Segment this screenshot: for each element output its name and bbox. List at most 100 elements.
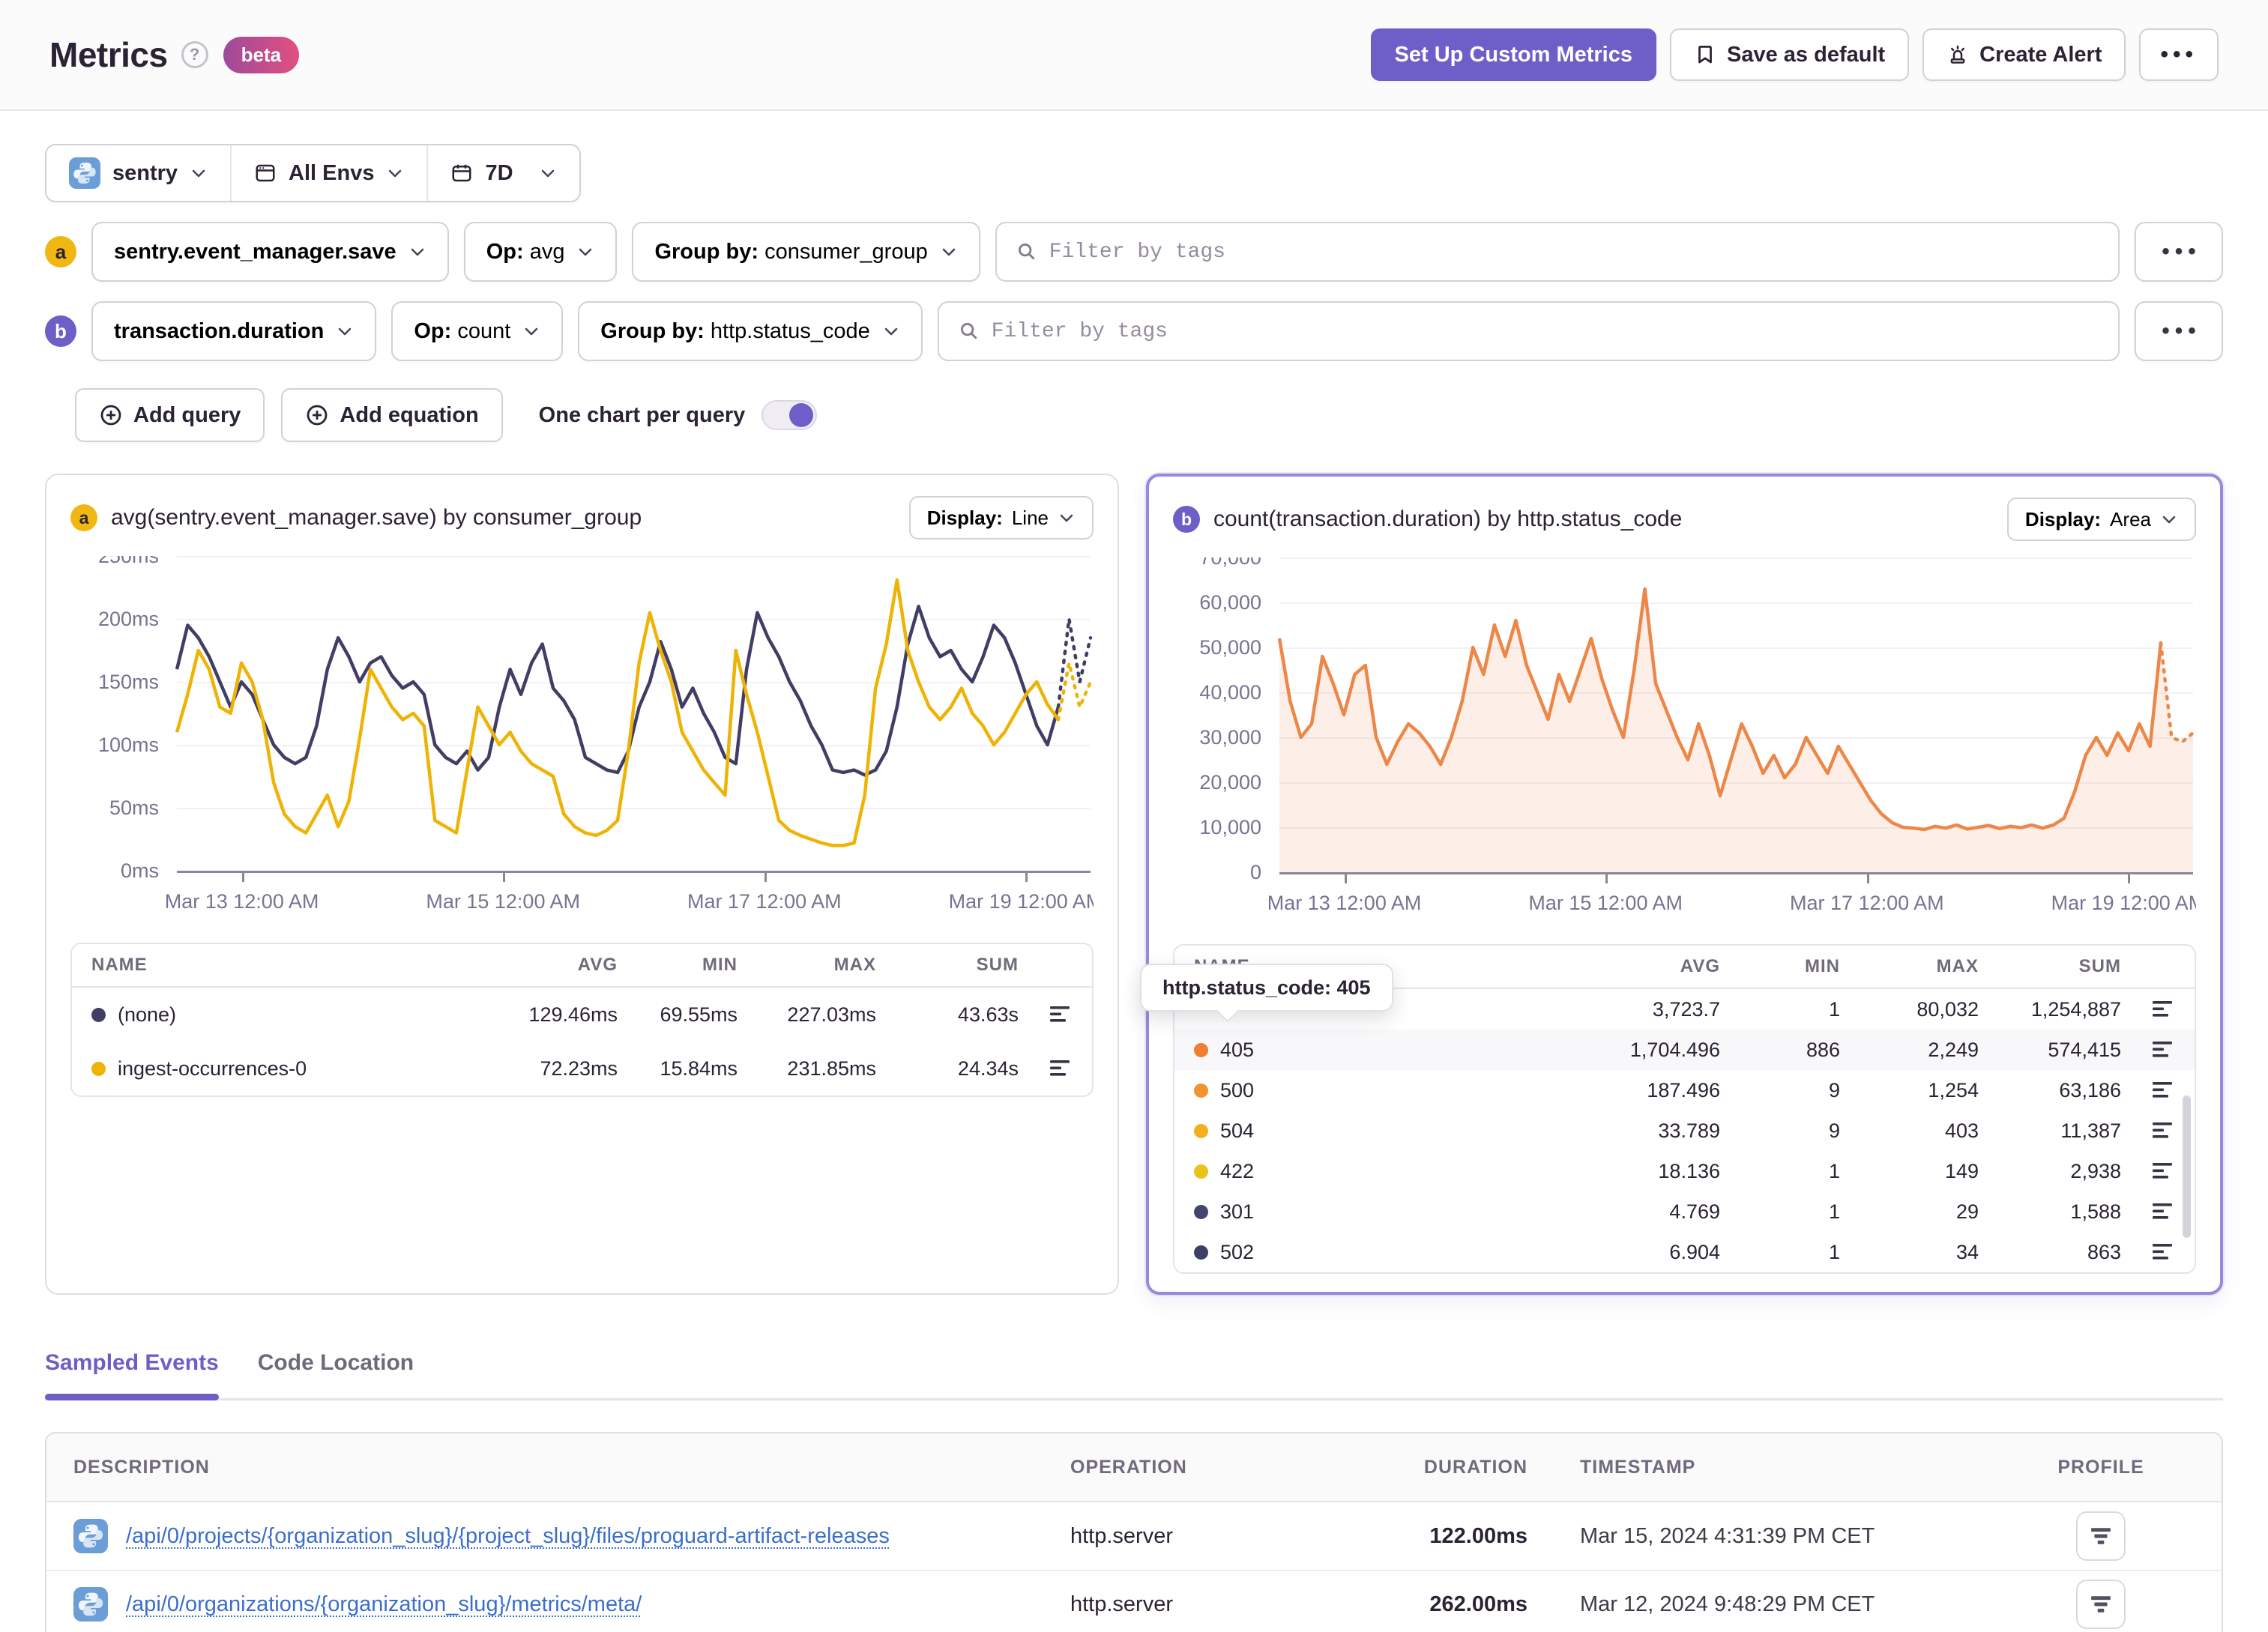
summary-row[interactable]: 422 18.136 1 149 2,938 bbox=[1174, 1151, 2195, 1191]
focus-series-icon[interactable] bbox=[2153, 1000, 2175, 1019]
query-more-button[interactable]: ••• bbox=[2135, 222, 2223, 282]
chevron-down-icon bbox=[389, 169, 402, 178]
event-description-link[interactable]: /api/0/projects/{organization_slug}/{pro… bbox=[126, 1524, 890, 1549]
tag-filter-field[interactable] bbox=[991, 319, 2099, 343]
x-axis: Mar 13 12:00 AM Mar 15 12:00 AM Mar 17 12:… bbox=[1267, 892, 2196, 922]
summary-row[interactable]: 502 6.904 1 34 863 bbox=[1174, 1232, 2195, 1272]
tag-filter-input[interactable] bbox=[937, 301, 2120, 361]
tab-sampled-events[interactable]: Sampled Events bbox=[45, 1350, 219, 1400]
chevron-down-icon bbox=[525, 327, 538, 336]
summary-row[interactable]: 504 33.789 9 403 11,387 bbox=[1174, 1110, 2195, 1151]
series-sum: 63,186 bbox=[2059, 1078, 2121, 1101]
series-name: 422 bbox=[1220, 1159, 1255, 1182]
tag-filter-input[interactable] bbox=[995, 222, 2120, 282]
focus-series-icon[interactable] bbox=[2153, 1121, 2175, 1140]
tag-filter-field[interactable] bbox=[1049, 240, 2099, 264]
date-range-selector[interactable]: 7D bbox=[426, 145, 579, 201]
date-range-value: 7D bbox=[485, 160, 513, 185]
query-more-button[interactable]: ••• bbox=[2135, 301, 2223, 361]
group-by-select[interactable]: Group by: http.status_code bbox=[578, 301, 923, 361]
focus-series-icon[interactable] bbox=[2153, 1202, 2175, 1221]
sampled-events-table: DESCRIPTION OPERATION DURATION TIMESTAMP… bbox=[45, 1432, 2223, 1632]
focus-series-icon[interactable] bbox=[2153, 1081, 2175, 1100]
one-chart-per-query-toggle[interactable] bbox=[761, 400, 818, 430]
chart-title: count(transaction.duration) by http.stat… bbox=[1213, 507, 1683, 531]
x-axis-tick bbox=[503, 872, 506, 882]
one-chart-per-query-label: One chart per query bbox=[538, 402, 746, 427]
chart-card-a[interactable]: a avg(sentry.event_manager.save) by consu… bbox=[45, 474, 1119, 1295]
series-name: 504 bbox=[1220, 1119, 1255, 1142]
chart-header: a avg(sentry.event_manager.save) by consu… bbox=[70, 496, 1094, 540]
summary-row[interactable]: 500 187.496 9 1,254 63,186 bbox=[1174, 1070, 2195, 1110]
create-alert-button[interactable]: Create Alert bbox=[1922, 28, 2126, 81]
series-color-dot bbox=[1194, 1245, 1208, 1260]
chart-card-b[interactable]: b count(transaction.duration) by http.sta… bbox=[1140, 474, 2223, 1295]
environment-selector[interactable]: All Envs bbox=[230, 145, 426, 201]
metric-name: transaction.duration bbox=[114, 318, 325, 343]
series-avg: 1,704.496 bbox=[1629, 1038, 1720, 1061]
chevron-down-icon bbox=[884, 327, 898, 336]
summary-row[interactable]: (none) 129.46ms 69.55ms 227.03ms 43.63s bbox=[72, 988, 1092, 1042]
series-avg: 18.136 bbox=[1658, 1159, 1720, 1182]
focus-series-icon[interactable] bbox=[1050, 1059, 1073, 1078]
display-select[interactable]: Display: Area bbox=[2006, 498, 2196, 541]
focus-series-icon[interactable] bbox=[2153, 1161, 2175, 1181]
summary-row[interactable]: ingest-occurrences-0 72.23ms 15.84ms 231.85… bbox=[72, 1042, 1092, 1095]
op-select[interactable]: Op: avg bbox=[463, 222, 618, 282]
series-max: 231.85ms bbox=[787, 1057, 876, 1080]
focus-series-icon[interactable] bbox=[2153, 1242, 2175, 1262]
summary-row[interactable]: 405 1,704.496 886 2,249 574,415 bbox=[1174, 1030, 2195, 1070]
column-description: DESCRIPTION bbox=[73, 1456, 210, 1478]
add-equation-button[interactable]: Add equation bbox=[281, 388, 503, 442]
save-as-default-label: Save as default bbox=[1727, 42, 1886, 67]
project-selector[interactable]: sentry bbox=[46, 145, 230, 201]
focus-series-icon[interactable] bbox=[2153, 1040, 2175, 1060]
query-row-a: a sentry.event_manager.save Op: avg Group b… bbox=[45, 222, 2223, 282]
set-up-custom-metrics-button[interactable]: Set Up Custom Metrics bbox=[1370, 28, 1656, 81]
tab-code-location[interactable]: Code Location bbox=[258, 1350, 414, 1398]
python-icon bbox=[73, 1587, 108, 1622]
flamegraph-icon bbox=[2091, 1528, 2111, 1544]
series-min: 886 bbox=[1806, 1038, 1840, 1061]
profile-button[interactable] bbox=[2076, 1580, 2126, 1629]
table-scrollbar[interactable] bbox=[2183, 1095, 2191, 1238]
display-select[interactable]: Display: Line bbox=[908, 496, 1094, 540]
column-duration: DURATION bbox=[1423, 1456, 1527, 1478]
x-axis-tick bbox=[1866, 874, 1869, 883]
series-color-dot bbox=[1194, 1083, 1208, 1098]
chart-plot-area[interactable]: 250ms 200ms 150ms 100ms 50ms 0ms Mar 13 12:00 … bbox=[70, 556, 1094, 920]
x-axis-tick bbox=[1605, 874, 1608, 883]
save-as-default-button[interactable]: Save as default bbox=[1670, 28, 1910, 81]
series-name: 405 bbox=[1220, 1038, 1255, 1061]
profile-button[interactable] bbox=[2076, 1511, 2126, 1561]
metric-select[interactable]: sentry.event_manager.save bbox=[91, 222, 449, 282]
series-name: ingest-occurrences-0 bbox=[118, 1057, 307, 1080]
x-axis-label: Mar 19 12:00 AM bbox=[948, 890, 1094, 913]
metric-select[interactable]: transaction.duration bbox=[91, 301, 377, 361]
event-operation: http.server bbox=[1070, 1523, 1173, 1548]
event-row: /api/0/projects/{organization_slug}/{pro… bbox=[46, 1502, 2222, 1570]
help-icon[interactable]: ? bbox=[181, 41, 208, 68]
summary-row[interactable]: 301 4.769 1 29 1,588 bbox=[1174, 1191, 2195, 1232]
header-more-button[interactable]: ••• bbox=[2139, 28, 2219, 81]
area-chart bbox=[1279, 557, 2193, 872]
query-badge-a: a bbox=[45, 236, 76, 268]
add-query-button[interactable]: Add query bbox=[75, 388, 265, 442]
series-sum: 2,938 bbox=[2070, 1159, 2121, 1182]
op-select[interactable]: Op: count bbox=[391, 301, 564, 361]
add-equation-label: Add equation bbox=[340, 402, 479, 427]
event-description-link[interactable]: /api/0/organizations/{organization_slug}… bbox=[126, 1592, 642, 1617]
focus-series-icon[interactable] bbox=[1050, 1005, 1073, 1024]
chart-plot-area[interactable]: 70,000 60,000 50,000 40,000 30,000 20,000 10,0… bbox=[1173, 557, 2196, 922]
x-axis-label: Mar 13 12:00 AM bbox=[1267, 892, 1422, 914]
events-table-header: DESCRIPTION OPERATION DURATION TIMESTAMP… bbox=[46, 1433, 2222, 1502]
series-color-dot bbox=[1194, 1164, 1208, 1179]
x-axis-label: Mar 17 12:00 AM bbox=[687, 890, 842, 913]
x-axis-label: Mar 19 12:00 AM bbox=[2051, 892, 2196, 914]
chevron-down-icon bbox=[192, 169, 205, 178]
series-min: 1 bbox=[1828, 1200, 1840, 1223]
chart-title: avg(sentry.event_manager.save) by consum… bbox=[111, 505, 642, 530]
x-axis-tick bbox=[241, 872, 244, 882]
x-axis-line bbox=[1279, 872, 2193, 874]
group-by-select[interactable]: Group by: consumer_group bbox=[632, 222, 980, 282]
